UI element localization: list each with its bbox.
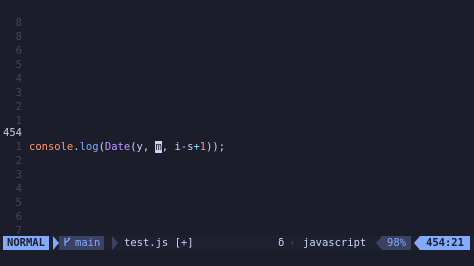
branch-name: main: [75, 237, 101, 249]
cursor-position: 454:21: [420, 236, 470, 250]
git-branch[interactable]: main: [59, 236, 105, 250]
editor-line: 4: [0, 58, 25, 85]
code-token-method: log: [79, 141, 99, 153]
code-text[interactable]: console.log(Date(y, m, i-s+1));: [29, 140, 225, 154]
scroll-percent: 98%: [382, 236, 411, 250]
code-token-args: , i: [161, 141, 181, 153]
editor-line: 3: [0, 154, 25, 181]
editor-line: 3: [0, 72, 25, 99]
editor-line: 6: [0, 30, 25, 57]
editor-line: 8: [0, 16, 25, 43]
editor-line: 6: [0, 196, 25, 223]
editor-line: 4: [0, 168, 25, 195]
file-name[interactable]: test.js [+]: [124, 236, 194, 250]
code-token-class: Date: [104, 141, 131, 153]
status-line: NORMAL main test.js [+] δ javascript 98%…: [0, 236, 474, 250]
editor-line: 1: [0, 126, 25, 153]
editor-line: 2: [0, 86, 25, 113]
git-branch-icon: [64, 237, 71, 246]
code-token-args: y,: [136, 141, 156, 153]
javascript-icon: δ: [278, 237, 285, 249]
editor-line: 8: [0, 222, 25, 249]
editor-line: 5: [0, 44, 25, 71]
code-token-object: console: [29, 141, 74, 153]
branch-separator: [112, 236, 118, 250]
editor-line: 5: [0, 182, 25, 209]
mode-indicator: NORMAL: [3, 236, 49, 250]
editor-line: 8: [0, 2, 25, 29]
filetype-label: javascript: [293, 236, 375, 250]
editor-line: 2: [0, 140, 25, 167]
current-line[interactable]: 454 console.log(Date(y, m, i-s+1));: [0, 112, 225, 153]
code-token-paren: ));: [206, 141, 226, 153]
code-editor[interactable]: 8 8 6 5 4 3 2 1 454 console.log(Date(y, …: [0, 0, 474, 266]
